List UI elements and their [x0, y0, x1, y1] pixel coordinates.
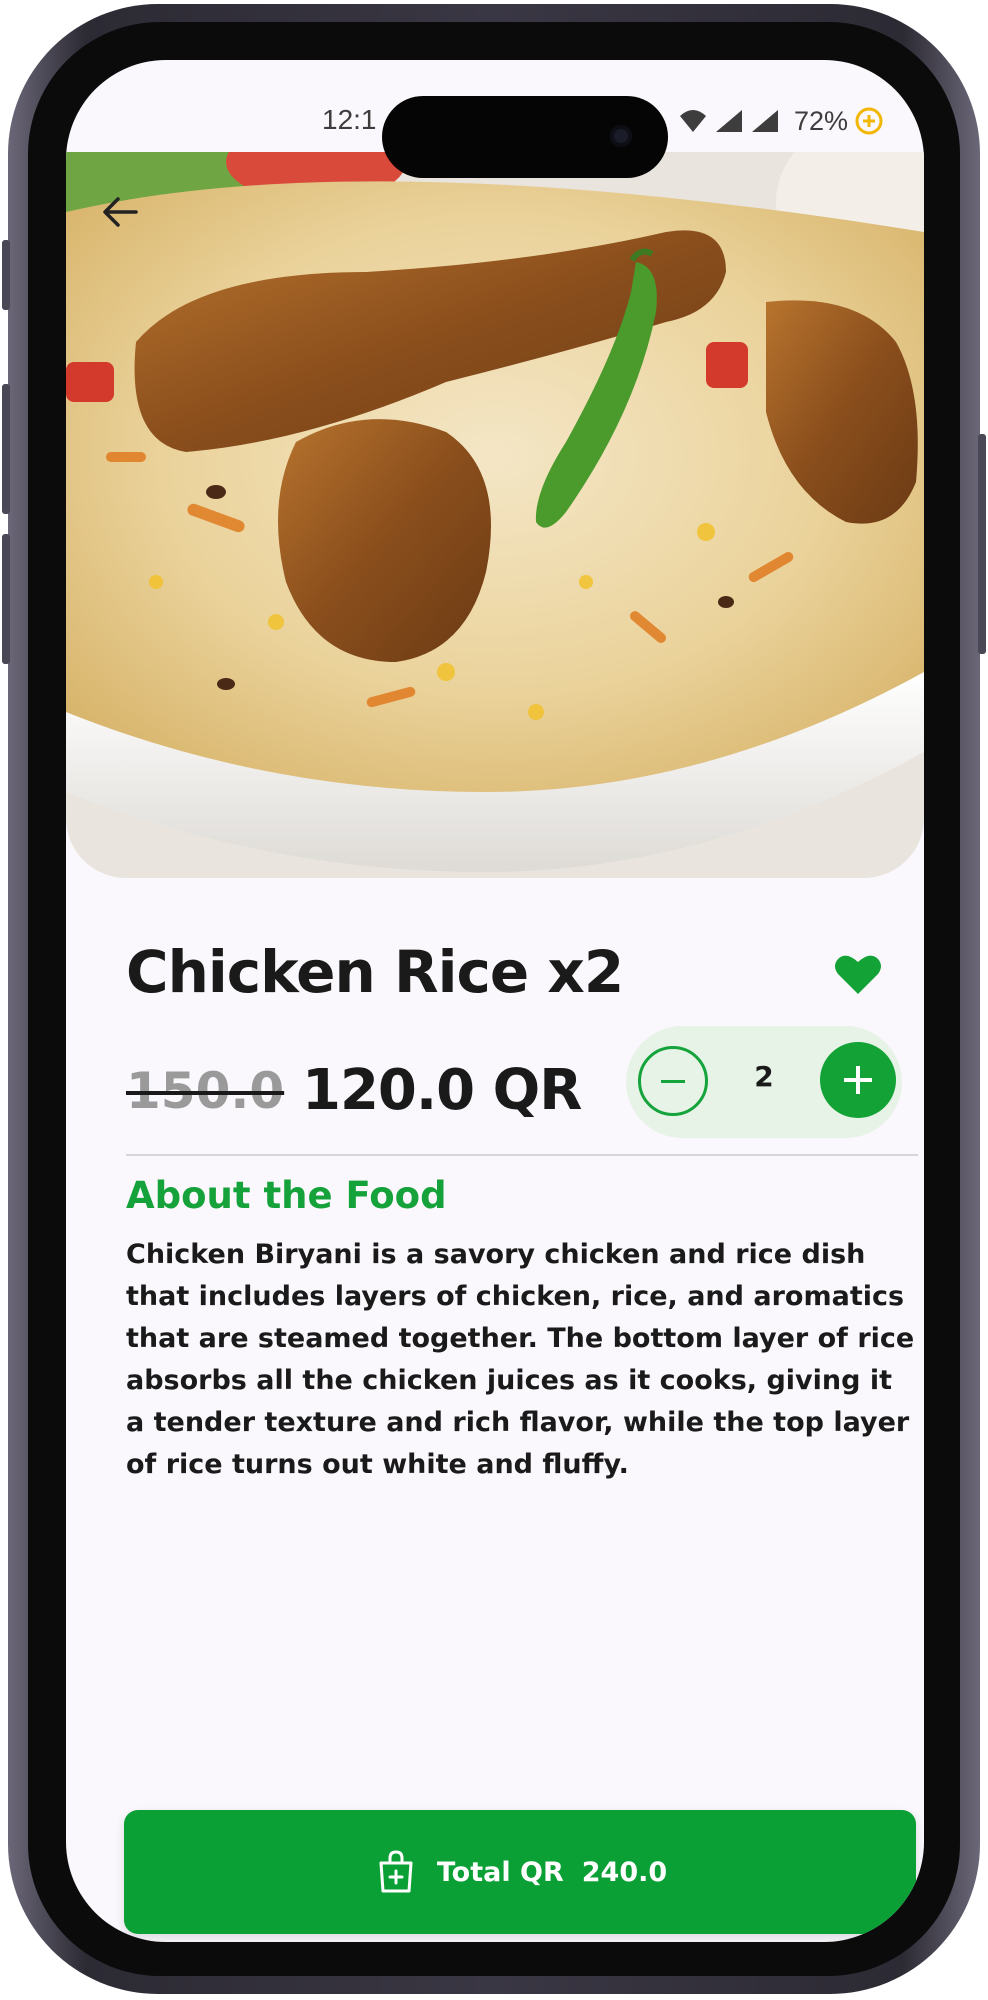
volume-down-button [2, 534, 10, 664]
volume-up-button [2, 384, 10, 514]
shopping-bag-add-icon [379, 1850, 413, 1893]
back-arrow-icon[interactable] [96, 188, 144, 236]
quantity-stepper: 2 [626, 1026, 902, 1138]
biryani-photo [66, 152, 924, 878]
power-button [978, 434, 986, 654]
food-image [66, 152, 924, 878]
quantity-value: 2 [754, 1060, 774, 1093]
decrease-quantity-button[interactable] [638, 1046, 708, 1116]
divider [126, 1154, 918, 1156]
battery-icon [855, 107, 883, 135]
phone-bezel: 12:1 72% Chicken Rice x2 150.0 120.0 QR … [28, 22, 960, 1976]
about-heading: About the Food [126, 1174, 447, 1217]
product-title: Chicken Rice x2 [126, 938, 624, 1006]
front-camera [610, 125, 632, 147]
status-time: 12:1 [322, 104, 377, 135]
phone-frame: 12:1 72% Chicken Rice x2 150.0 120.0 QR … [2, 4, 986, 1994]
increase-quantity-button[interactable] [820, 1042, 896, 1118]
wifi-icon [680, 110, 706, 132]
signal-icon [716, 110, 742, 132]
add-to-cart-button[interactable]: Total QR 240.0 [124, 1810, 916, 1934]
total-amount: 240.0 [581, 1856, 668, 1888]
original-price: 150.0 [126, 1062, 285, 1120]
discounted-price: 120.0 QR [302, 1058, 582, 1123]
action-button [2, 240, 10, 310]
dynamic-island [382, 96, 668, 178]
total-label: Total QR [436, 1856, 564, 1888]
status-bar: 12:1 72% [66, 60, 924, 178]
status-icons: 72% [678, 104, 884, 138]
battery-percent: 72% [794, 105, 849, 136]
about-description: Chicken Biryani is a savory chicken and … [126, 1239, 915, 1480]
screen: 12:1 72% Chicken Rice x2 150.0 120.0 QR … [66, 60, 924, 1942]
heart-icon[interactable] [834, 952, 882, 996]
signal-icon [752, 110, 778, 132]
